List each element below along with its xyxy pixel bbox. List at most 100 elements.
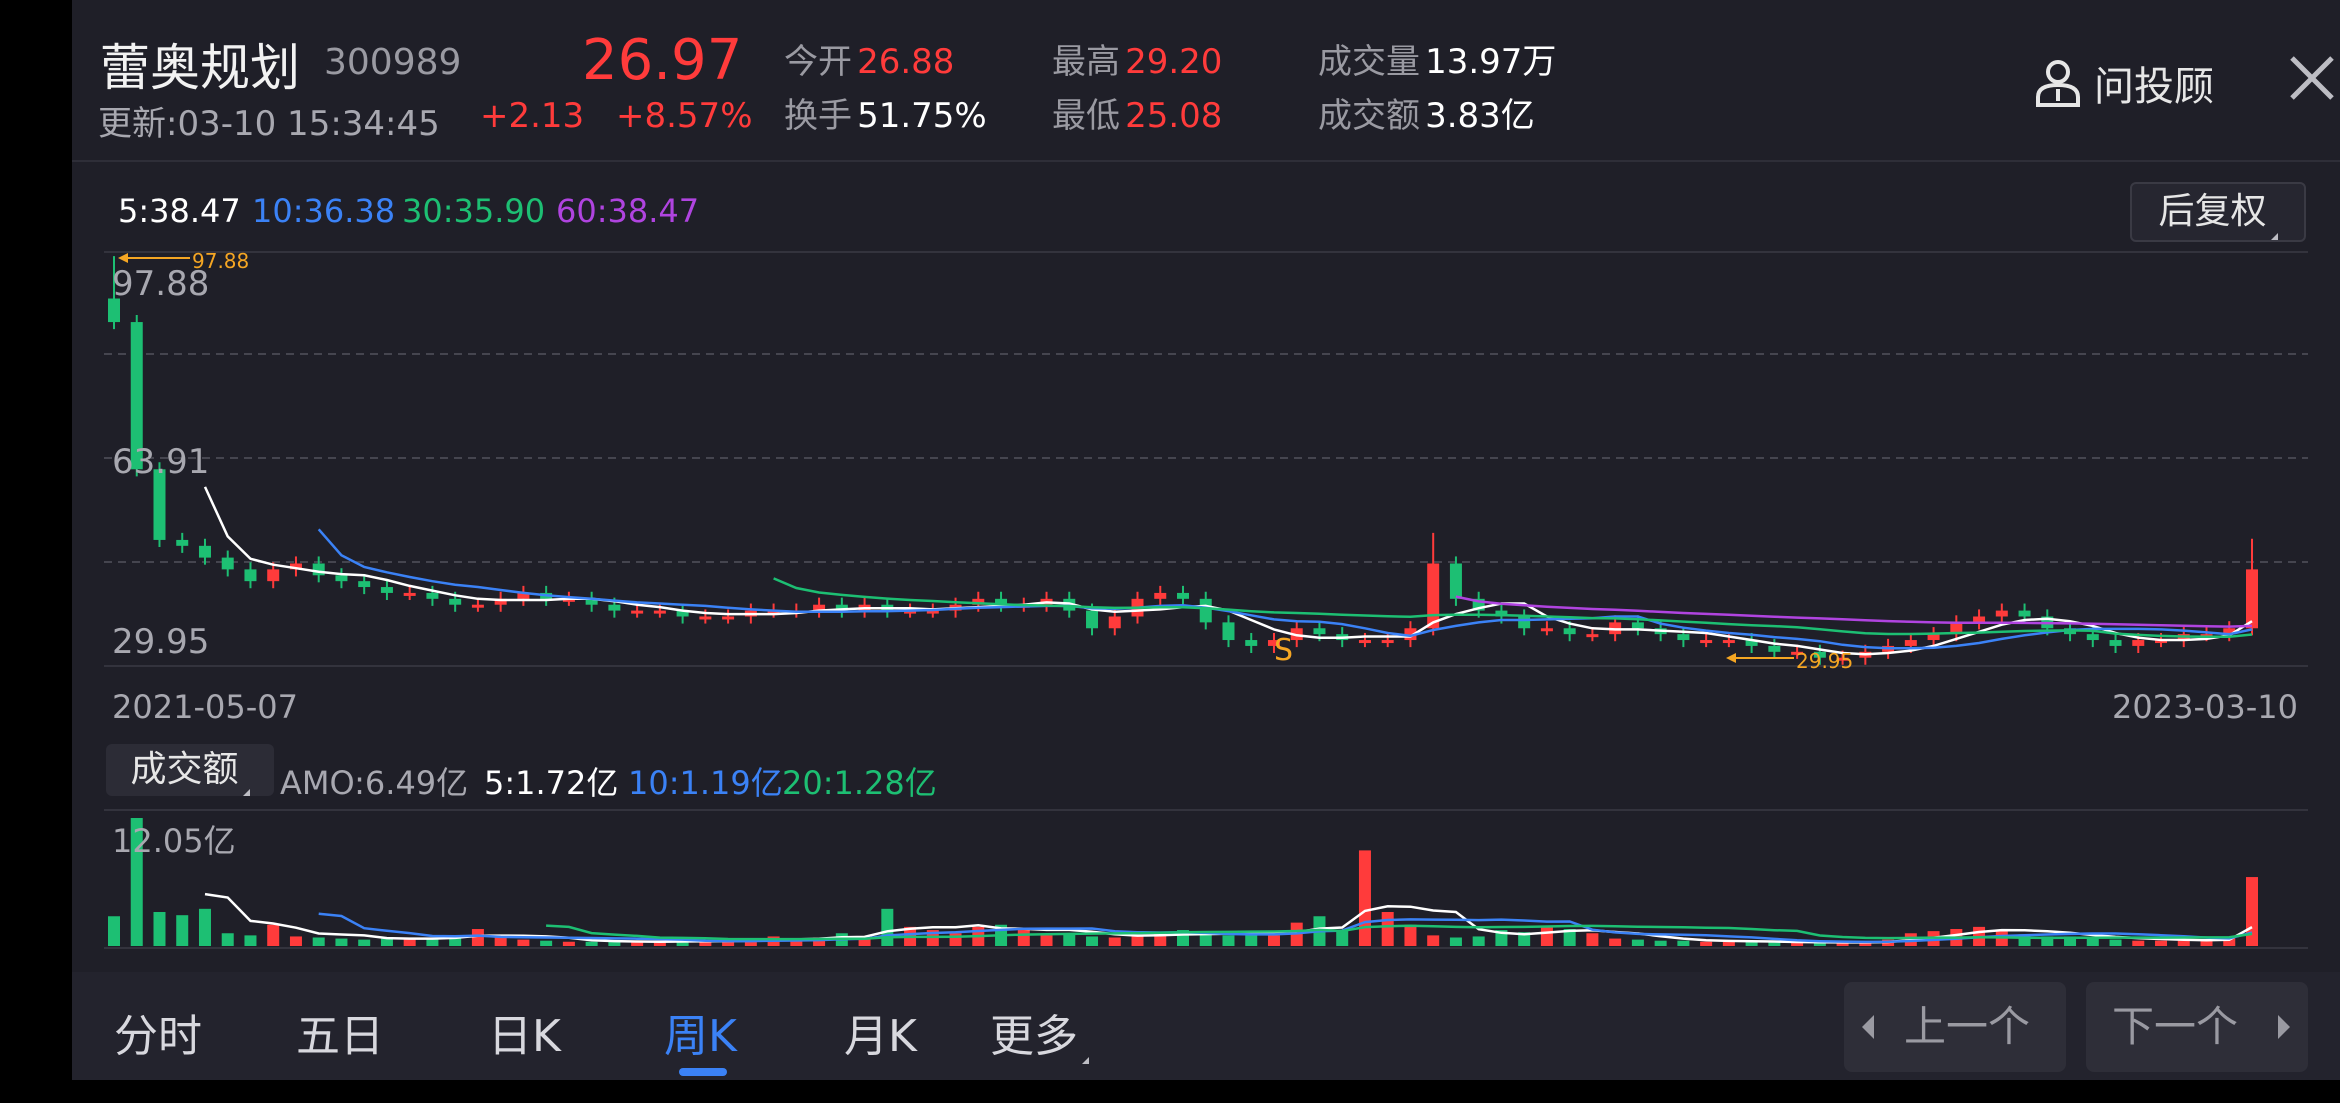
amount-bar: [585, 941, 598, 946]
amount-bar: [1472, 936, 1485, 946]
prev-stock-button[interactable]: 上一个: [1844, 982, 2066, 1072]
candle-body: [2109, 640, 2122, 646]
quote-panel: 蕾奥规划 300989 26.97 更新:03-10 15:34:45 +2.1…: [72, 0, 2340, 1080]
amount-bar: [358, 939, 371, 946]
amount-bar: [289, 936, 302, 946]
indicator-select-label: 成交额: [130, 749, 239, 790]
amount-bar: [108, 916, 120, 946]
tab-monthly-k[interactable]: 月K: [844, 1000, 917, 1064]
amo-ma10: 10:1.19亿: [628, 764, 783, 802]
volume-ma-group: [204, 892, 2253, 944]
candle-body: [2246, 569, 2258, 629]
y-label-mid: 63.91: [112, 442, 210, 482]
tab-five-day[interactable]: 五日: [296, 1000, 384, 1064]
amount-bar: [1199, 934, 1212, 946]
amo-ma20: 20:1.28亿: [782, 764, 937, 802]
amount-bar: [1540, 926, 1553, 946]
candle-body: [1222, 622, 1235, 641]
candle-body: [1358, 640, 1371, 644]
amount-bar: [312, 937, 325, 946]
period-tabbar: 分时 五日 日K 周K 月K 更多 上一个 下一个: [72, 972, 2340, 1080]
kline-chart[interactable]: 97.88 29.95 S: [72, 0, 2340, 972]
candle-body: [2086, 634, 2099, 641]
amount-bar: [1654, 940, 1667, 946]
amount-bar: [1358, 850, 1371, 946]
amount-bar: [1267, 935, 1280, 946]
amount-bar: [335, 938, 348, 946]
candle-body: [2132, 640, 2145, 646]
amo-value: AMO:6.49亿: [280, 764, 469, 802]
candle-body: [471, 604, 484, 608]
candle-body: [1199, 598, 1212, 623]
amount-bar: [198, 908, 211, 946]
volume-bars-group: [108, 818, 2258, 946]
active-tab-indicator: [679, 1068, 727, 1076]
candle-body: [1995, 610, 2008, 617]
amount-bar: [176, 915, 189, 946]
tab-weekly-k[interactable]: 周K: [664, 1000, 737, 1064]
candle-body: [267, 569, 280, 582]
candle-body: [1427, 563, 1440, 629]
tab-more[interactable]: 更多: [990, 1000, 1089, 1064]
min-marker: 29.95: [1726, 649, 1853, 673]
amount-bar: [2132, 940, 2145, 946]
candle-body: [1381, 640, 1394, 644]
amount-bar: [562, 941, 575, 946]
amount-bar: [2155, 940, 2168, 946]
amount-bar: [471, 929, 484, 946]
candle-body: [1108, 616, 1121, 629]
candle-body: [653, 610, 666, 614]
candle-body: [1722, 640, 1735, 644]
candle-body: [244, 569, 257, 582]
candle-body: [1768, 645, 1781, 652]
amount-bar: [2177, 940, 2190, 946]
candle-body: [1177, 592, 1189, 599]
end-date: 2023-03-10: [2112, 688, 2298, 726]
next-stock-label: 下一个: [2112, 1002, 2239, 1051]
amount-bar: [1404, 924, 1417, 946]
amount-bar: [1677, 940, 1690, 946]
amount-top-label: 12.05亿: [112, 822, 236, 860]
amount-bar: [517, 939, 530, 946]
next-stock-button[interactable]: 下一个: [2086, 982, 2308, 1072]
chevron-left-icon: [1858, 982, 1878, 1103]
candle-body: [1700, 640, 1713, 644]
amount-bar: [1586, 933, 1599, 946]
candle-body: [221, 557, 234, 570]
indicator-select-button[interactable]: 成交额: [106, 744, 274, 796]
amount-bar: [153, 912, 166, 946]
candle-body: [722, 616, 735, 620]
candle-body: [2018, 610, 2031, 617]
tab-daily-k[interactable]: 日K: [488, 1000, 561, 1064]
candle-body: [449, 598, 462, 605]
candles-group: [108, 256, 2258, 665]
amount-bar: [494, 937, 507, 946]
amount-bar: [1449, 937, 1462, 946]
candle-body: [312, 563, 325, 576]
candle-body: [1563, 628, 1576, 635]
candle-body: [1449, 563, 1462, 599]
candle-body: [631, 610, 644, 614]
amount-bar: [1017, 929, 1030, 946]
candle-body: [1677, 634, 1690, 641]
tab-more-label: 更多: [990, 1011, 1078, 1062]
amount-bar: [1086, 936, 1099, 946]
candle-body: [1631, 622, 1644, 629]
candle-body: [1313, 628, 1326, 635]
candle-body: [1904, 640, 1917, 646]
amount-bar: [1040, 935, 1053, 946]
candle-body: [1540, 628, 1553, 632]
amount-bar: [380, 938, 393, 946]
candle-body: [1154, 592, 1167, 599]
candle-body: [699, 616, 712, 620]
y-label-top: 97.88: [112, 264, 210, 304]
dropdown-corner-icon: [242, 789, 250, 796]
tab-intraday[interactable]: 分时: [114, 1000, 202, 1064]
amount-bar: [1222, 935, 1235, 946]
amount-bar: [1108, 937, 1121, 946]
amount-bar: [267, 924, 280, 946]
candle-body: [426, 592, 439, 599]
amount-bar: [244, 935, 257, 946]
amount-bar: [881, 908, 894, 946]
max-arrow-icon: [118, 253, 128, 263]
